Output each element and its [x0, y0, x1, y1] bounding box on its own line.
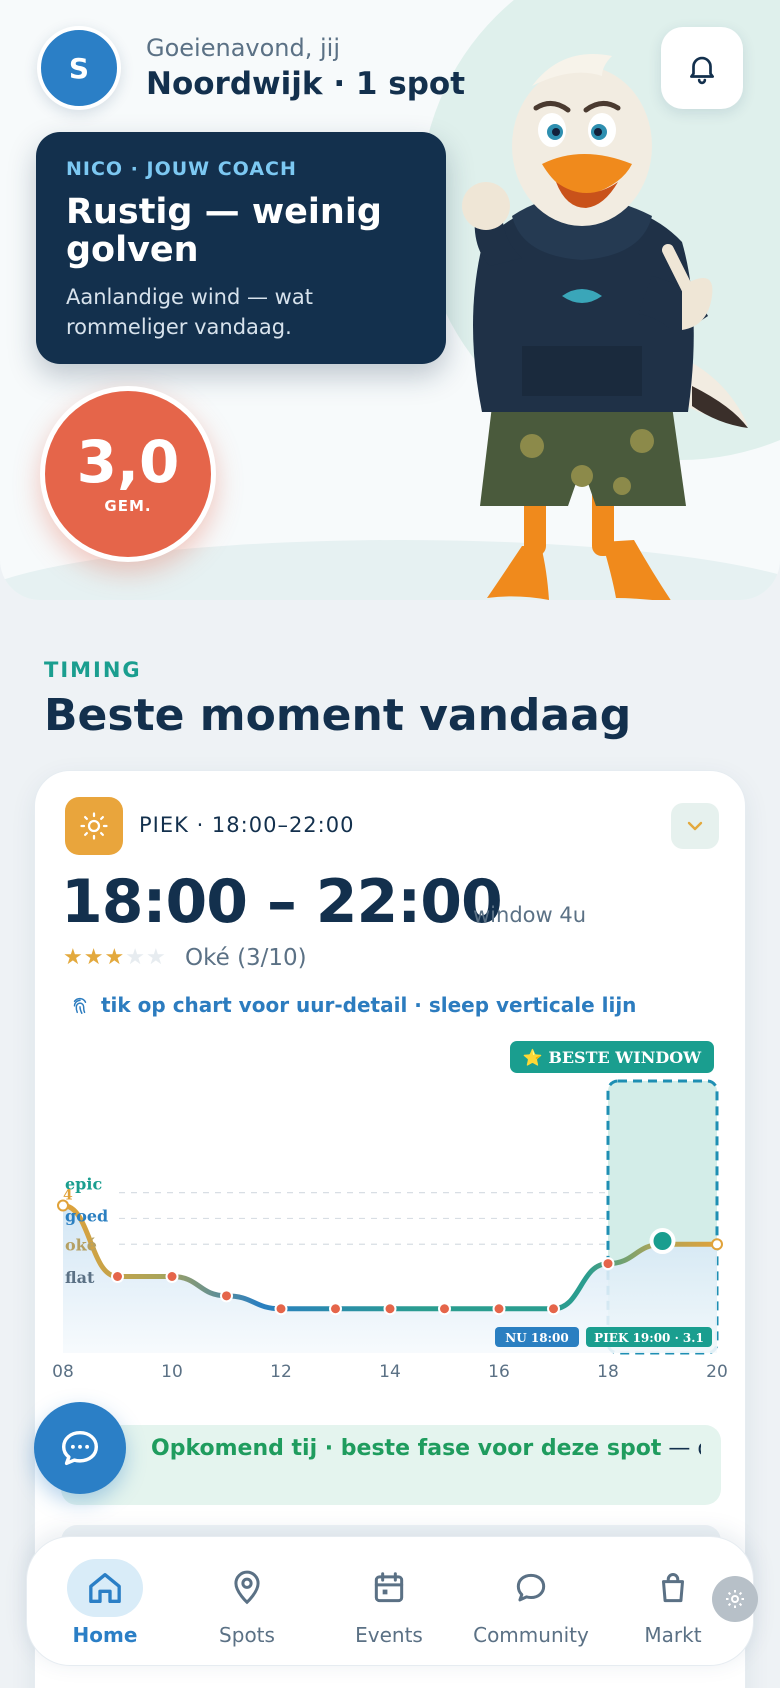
chart-point — [383, 1302, 397, 1316]
chart-hint-text: tik op chart voor uur-detail · sleep ver… — [101, 993, 637, 1017]
y-axis-label: flat — [65, 1268, 95, 1287]
tide-info-box[interactable]: Opkomend tij · beste fase voor deze spot… — [61, 1425, 721, 1505]
best-time-range: 18:00 – 22:00 — [61, 867, 503, 937]
y-axis-label: oké — [65, 1236, 97, 1255]
chat-dots-icon — [61, 1430, 99, 1466]
x-tick-label: 12 — [270, 1362, 292, 1381]
star-icon: ★ — [63, 945, 84, 970]
home-icon — [89, 1573, 121, 1603]
sun-icon — [80, 812, 108, 840]
chart-point — [601, 1257, 615, 1271]
rating-text: Oké (3/10) — [185, 945, 307, 971]
tide-line-1: Opkomend tij · beste fase voor deze spot… — [151, 1435, 701, 1463]
y-axis-label: goed — [65, 1207, 108, 1226]
fingerprint-icon — [73, 997, 87, 1014]
peak-label: PIEK · 18:00–22:00 — [139, 813, 355, 837]
coach-subtitle: Aanlandige wind — wat rommeliger vandaag… — [66, 284, 313, 340]
bag-icon — [661, 1573, 685, 1603]
greeting: Goeienavond, jij — [146, 34, 340, 62]
settings-button[interactable] — [712, 1576, 758, 1622]
nav-spots-icon-wrap — [209, 1559, 285, 1617]
now-pill-text: NU 18:00 — [505, 1331, 568, 1345]
nav-item-home[interactable]: Home — [35, 1537, 175, 1667]
nav-events-icon-wrap — [351, 1559, 427, 1617]
section-title-best-moment: Beste moment vandaag — [44, 690, 632, 741]
expand-button[interactable] — [671, 803, 719, 849]
chart-point — [438, 1302, 451, 1316]
x-tick-label: 08 — [52, 1362, 74, 1381]
avatar[interactable]: S — [37, 26, 121, 110]
star-icon: ★ — [125, 945, 146, 970]
chart-point — [274, 1302, 288, 1316]
chart-hint: tik op chart voor uur-detail · sleep ver… — [69, 993, 636, 1017]
chat-fab-button[interactable] — [34, 1402, 126, 1494]
chart-point — [329, 1302, 342, 1316]
x-tick-label: 18 — [597, 1362, 619, 1381]
window-length: window 4u — [473, 903, 587, 927]
nav-community-icon-wrap — [493, 1559, 569, 1617]
x-tick-label: 20 — [706, 1362, 728, 1381]
coach-label: NICO · JOUW COACH — [66, 158, 297, 180]
x-tick-label: 16 — [488, 1362, 510, 1381]
coach-card[interactable]: NICO · JOUW COACH Rustig — weinig golven… — [36, 132, 446, 364]
chat-bubble-icon — [516, 1573, 546, 1602]
gear-icon — [726, 1590, 744, 1608]
star-rating: ★★★★★ — [63, 945, 167, 970]
nav-label-community: Community — [473, 1623, 589, 1647]
nav-item-events[interactable]: Events — [319, 1537, 459, 1667]
score-value: 3,0 — [76, 428, 180, 496]
chevron-down-icon — [687, 821, 703, 831]
nav-home-icon-wrap — [67, 1559, 143, 1617]
star-icon: ★ — [83, 945, 105, 970]
x-tick-label: 14 — [379, 1362, 401, 1381]
chart-start-value: 4 — [63, 1188, 73, 1204]
star-icon: ★ — [145, 945, 167, 970]
surf-forecast-chart[interactable]: epicgoedokéflat408 10 12 14 16 18 20⭐ BESTE WI… — [35, 1041, 747, 1381]
star-icon: ★ — [104, 945, 126, 970]
chart-point — [220, 1289, 233, 1303]
best-window-badge-text: ⭐ BESTE WINDOW — [523, 1048, 702, 1067]
score-label: GEM. — [104, 497, 152, 515]
nav-label-home: Home — [72, 1623, 138, 1647]
x-tick-label: 10 — [161, 1362, 183, 1381]
coach-title: Rustig — weinig golven — [66, 192, 382, 270]
tide-highlight: Opkomend tij · beste fase voor deze spot — [151, 1436, 662, 1461]
chart-point — [547, 1302, 560, 1316]
avatar-initial: S — [68, 51, 90, 85]
nav-item-spots[interactable]: Spots — [177, 1537, 317, 1667]
chart-point-end — [711, 1238, 723, 1251]
calendar-icon — [374, 1572, 404, 1603]
nav-item-community[interactable]: Community — [461, 1537, 601, 1667]
chart-point — [165, 1270, 179, 1283]
section-label-timing: TIMING — [44, 658, 142, 682]
nav-label-events: Events — [355, 1623, 423, 1647]
chart-point — [492, 1302, 506, 1316]
mascot-seagull-illustration — [462, 54, 748, 600]
bottom-nav: Home Spots Events Community Markt — [26, 1536, 754, 1666]
pin-icon — [234, 1570, 260, 1605]
nav-label-markt: Markt — [644, 1623, 702, 1647]
hero-section: S Goeienavond, jij Noordwijk · 1 spot NI… — [0, 0, 780, 600]
sun-icon-tile — [65, 797, 123, 855]
location-title[interactable]: Noordwijk · 1 spot — [146, 66, 465, 102]
nav-markt-icon-wrap — [635, 1559, 711, 1617]
peak-pill-text: PIEK 19:00 · 3.1 — [594, 1331, 704, 1345]
score-badge: 3,0 GEM. — [40, 386, 216, 562]
tide-text: — opkomend tij brengt water over de zand… — [668, 1436, 701, 1461]
chart-point — [111, 1270, 124, 1283]
nav-label-spots: Spots — [219, 1623, 275, 1647]
chart-peak-marker — [649, 1228, 676, 1255]
